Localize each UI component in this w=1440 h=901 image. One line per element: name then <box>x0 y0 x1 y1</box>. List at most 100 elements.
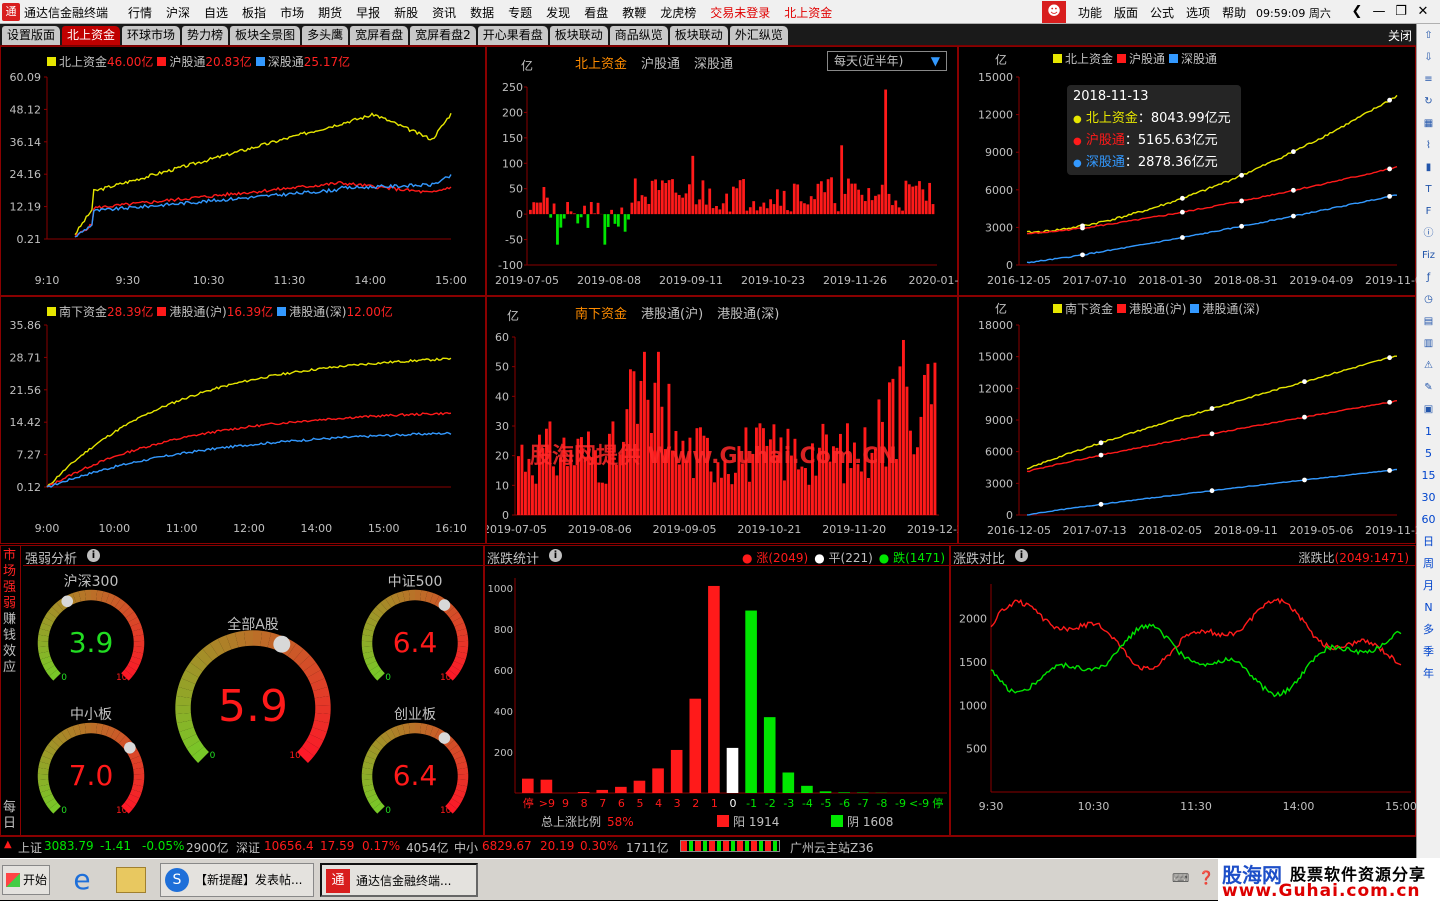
tab-6[interactable]: 宽屏看盘 <box>350 26 408 45</box>
side-tab-0[interactable]: 市场强弱 <box>3 548 19 612</box>
tab-3[interactable]: 势力榜 <box>182 26 228 45</box>
tab-12[interactable]: 外汇纵览 <box>730 26 788 45</box>
period-季[interactable]: 季 <box>1420 643 1438 661</box>
updown-bar <box>727 748 739 793</box>
folder-icon[interactable] <box>116 867 146 893</box>
menu-item[interactable]: 沪深 <box>166 4 190 21</box>
menu-item[interactable]: 新股 <box>394 4 418 21</box>
series-marker <box>1099 453 1104 458</box>
daily-bar <box>918 181 921 214</box>
restore-icon[interactable]: ❐ <box>1390 2 1412 22</box>
menu-item[interactable]: 教鞭 <box>622 4 646 21</box>
text-icon[interactable]: T <box>1420 181 1438 199</box>
daily-bar <box>925 201 928 214</box>
menu-item[interactable]: 期货 <box>318 4 342 21</box>
task-button-forum[interactable]: S 【新提醒】发表帖... <box>160 863 314 897</box>
tab-10[interactable]: 商品纵览 <box>610 26 668 45</box>
tab-0[interactable]: 设置版面 <box>2 26 60 45</box>
menu-item[interactable]: 公式 <box>1150 4 1174 21</box>
menu-item[interactable]: 发现 <box>546 4 570 21</box>
start-button[interactable]: 开始 <box>2 865 50 895</box>
tab-9[interactable]: 板块联动 <box>550 26 608 45</box>
fund-icon[interactable]: F <box>1420 203 1438 221</box>
minimize-icon[interactable]: — <box>1368 2 1390 22</box>
tab-5[interactable]: 多头鹰 <box>302 26 348 45</box>
menu-item[interactable]: 版面 <box>1114 4 1138 21</box>
fiz-icon[interactable]: Fiz <box>1420 247 1438 265</box>
period-年[interactable]: 年 <box>1420 665 1438 683</box>
line-chart-icon[interactable]: ⌇ <box>1420 137 1438 155</box>
picture-icon[interactable]: ▣ <box>1420 401 1438 419</box>
down-count-line <box>991 624 1401 696</box>
tab-7[interactable]: 宽屏看盘2 <box>410 26 476 45</box>
ie-icon[interactable]: e <box>66 863 98 897</box>
compare-title: 涨跌对比 <box>953 548 1005 567</box>
arrow-up-icon[interactable]: ⇧ <box>1420 27 1438 45</box>
daily-bar <box>840 145 843 214</box>
tab-11[interactable]: 板块联动 <box>670 26 728 45</box>
daily-bar <box>867 478 870 515</box>
help-icon[interactable]: ❓ <box>1198 871 1216 887</box>
period-15[interactable]: 15 <box>1420 467 1438 485</box>
period-5[interactable]: 5 <box>1420 445 1438 463</box>
period-周[interactable]: 周 <box>1420 555 1438 573</box>
menu-item[interactable]: 行情 <box>128 4 152 21</box>
close-tabs-button[interactable]: 关闭 <box>1388 27 1412 44</box>
y-tick-label: 48.12 <box>10 103 42 116</box>
data-icon[interactable]: ▥ <box>1420 335 1438 353</box>
period-多[interactable]: 多 <box>1420 621 1438 639</box>
info-icon[interactable]: i <box>549 549 562 562</box>
y-tick-label: 15000 <box>978 351 1013 364</box>
side-tab-1[interactable]: 赚钱效应 <box>3 612 19 676</box>
menu-item[interactable]: 专题 <box>508 4 532 21</box>
menu-item[interactable]: 北上资金 <box>784 4 832 21</box>
pen-icon[interactable]: ✎ <box>1420 379 1438 397</box>
tab-8[interactable]: 开心果看盘 <box>478 26 548 45</box>
daily-bar <box>830 177 833 214</box>
keyboard-icon[interactable]: ⌨ <box>1172 871 1190 887</box>
menu-item[interactable]: 交易未登录 <box>710 4 770 21</box>
south-total-line <box>47 358 451 487</box>
menu-item[interactable]: 数据 <box>470 4 494 21</box>
period-N[interactable]: N <box>1420 599 1438 617</box>
tab-4[interactable]: 板块全景图 <box>230 26 300 45</box>
period-30[interactable]: 30 <box>1420 489 1438 507</box>
menu-item[interactable]: 自选 <box>204 4 228 21</box>
grid-icon[interactable]: ▦ <box>1420 115 1438 133</box>
info-icon[interactable]: i <box>1015 549 1028 562</box>
refresh-icon[interactable]: ↻ <box>1420 93 1438 111</box>
menu-item[interactable]: 看盘 <box>584 4 608 21</box>
period-60[interactable]: 60 <box>1420 511 1438 529</box>
x-tick-label: 2018-01-30 <box>1138 274 1202 287</box>
tab-1[interactable]: 北上资金 <box>62 26 120 45</box>
formula-icon[interactable]: ƒ <box>1420 269 1438 287</box>
info-icon[interactable]: ⓘ <box>1420 225 1438 243</box>
menu-item[interactable]: 板指 <box>242 4 266 21</box>
candle-icon[interactable]: ▮ <box>1420 159 1438 177</box>
menu-item[interactable]: 选项 <box>1186 4 1210 21</box>
arrow-down-icon[interactable]: ⇩ <box>1420 49 1438 67</box>
menu-item[interactable]: 龙虎榜 <box>660 4 696 21</box>
task-button-tdx[interactable]: 通 通达信金融终端... <box>320 863 478 897</box>
news-icon[interactable]: ▤ <box>1420 313 1438 331</box>
y-tick-label: 60 <box>495 331 509 344</box>
menu-item[interactable]: 市场 <box>280 4 304 21</box>
gauge-arc-segment <box>52 743 56 747</box>
menu-item[interactable]: 功能 <box>1078 4 1102 21</box>
list-icon[interactable]: ≡ <box>1420 71 1438 89</box>
close-icon[interactable]: ✕ <box>1412 2 1434 22</box>
info-icon[interactable]: i <box>87 549 100 562</box>
alert-icon[interactable]: ⚠ <box>1420 357 1438 375</box>
tab-2[interactable]: 环球市场 <box>122 26 180 45</box>
period-日[interactable]: 日 <box>1420 533 1438 551</box>
side-tab-2[interactable]: 每日 <box>3 800 19 832</box>
menu-item[interactable]: 资讯 <box>432 4 456 21</box>
menu-item[interactable]: 帮助 <box>1222 4 1246 21</box>
user-icon[interactable]: ☻ <box>1042 1 1066 23</box>
clock-icon[interactable]: ◷ <box>1420 291 1438 309</box>
back-icon[interactable]: ❮ <box>1346 2 1368 22</box>
menu-item[interactable]: 早报 <box>356 4 380 21</box>
period-1[interactable]: 1 <box>1420 423 1438 441</box>
period-月[interactable]: 月 <box>1420 577 1438 595</box>
daily-bar <box>734 473 737 515</box>
